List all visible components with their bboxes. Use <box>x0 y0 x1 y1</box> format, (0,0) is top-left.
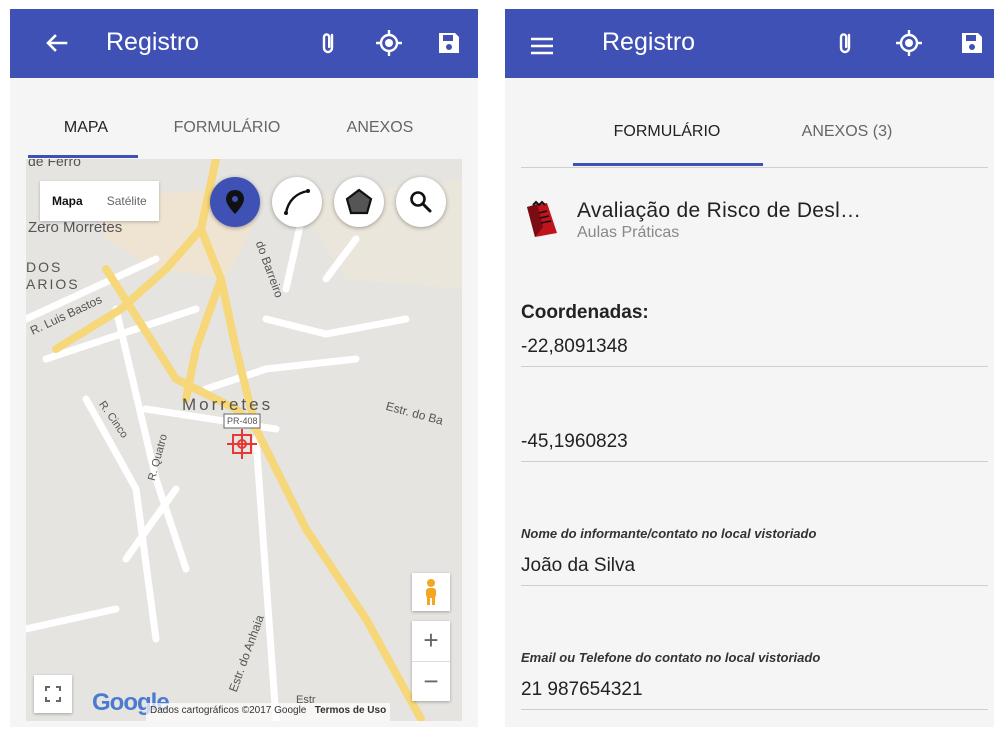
form-title: Avaliação de Risco de Desl… <box>577 199 862 222</box>
map-label: DOS <box>26 259 63 275</box>
map-label: PR-408 <box>227 416 258 426</box>
street-view-pegman-icon[interactable] <box>412 573 450 611</box>
zoom-in-button[interactable]: + <box>412 621 450 661</box>
tab-bar: MAPA FORMULÁRIO ANEXOS <box>10 78 478 158</box>
map-type-satellite-button[interactable]: Satélite <box>95 194 159 208</box>
gps-locate-icon[interactable] <box>372 26 406 60</box>
menu-hamburger-icon[interactable] <box>525 29 559 63</box>
arrow-back-icon[interactable] <box>40 26 74 60</box>
search-icon[interactable] <box>396 177 446 227</box>
latitude-input[interactable]: -22,8091348 <box>521 336 628 358</box>
contact-email-phone-input[interactable]: 21 987654321 <box>521 679 643 701</box>
contact-name-label: Nome do informante/contato no local vist… <box>521 526 817 541</box>
paperclip-icon[interactable] <box>312 26 346 60</box>
tab-anexos[interactable]: ANEXOS <box>340 119 420 137</box>
map-view[interactable]: de Ferro Zero Morretes DOS ARIOS R. Luis… <box>26 159 462 721</box>
tab-mapa[interactable]: MAPA <box>60 119 112 137</box>
tab-bar: FORMULÁRIO ANEXOS (3) <box>505 78 994 168</box>
app-title: Registro <box>602 28 696 56</box>
form-subtitle: Aulas Práticas <box>577 224 680 241</box>
app-bar: Registro <box>505 9 994 78</box>
field-underline <box>521 585 988 586</box>
tab-indicator <box>573 163 763 166</box>
coordinates-label: Coordenadas: <box>521 302 649 323</box>
map-screen: Registro MAPA FORMULÁRIO ANEXOS de Ferro… <box>10 9 478 727</box>
save-disk-icon[interactable] <box>432 26 466 60</box>
form-screen: Registro FORMULÁRIO ANEXOS (3) Avaliação… <box>505 9 994 727</box>
tab-anexos[interactable]: ANEXOS (3) <box>793 123 901 141</box>
polygon-icon[interactable] <box>334 177 384 227</box>
fullscreen-icon[interactable] <box>34 675 72 713</box>
map-label: ARIOS <box>26 276 80 292</box>
field-underline <box>521 461 988 462</box>
map-marker-icon[interactable] <box>210 177 260 227</box>
tab-indicator <box>28 155 138 158</box>
map-label: Morretes <box>182 395 274 414</box>
app-title: Registro <box>106 28 200 56</box>
tab-divider <box>521 167 988 168</box>
zoom-controls: + − <box>412 621 450 701</box>
polyline-icon[interactable] <box>272 177 322 227</box>
contact-name-input[interactable]: João da Silva <box>521 555 635 577</box>
contact-email-phone-label: Email ou Telefone do contato no local vi… <box>521 650 821 665</box>
longitude-input[interactable]: -45,1960823 <box>521 431 628 453</box>
map-label: de Ferro <box>28 159 81 169</box>
map-label: Zero Morretes <box>28 219 123 236</box>
tab-formulario[interactable]: FORMULÁRIO <box>160 119 294 137</box>
field-underline <box>521 709 988 710</box>
zoom-out-button[interactable]: − <box>412 661 450 702</box>
form-document-icon <box>523 199 561 239</box>
map-attribution: Dados cartográficos ©2017 Google Termos … <box>146 703 391 721</box>
map-type-toggle: Mapa Satélite <box>40 181 159 221</box>
map-type-map-button[interactable]: Mapa <box>40 194 95 208</box>
map-attribution-text: Dados cartográficos ©2017 Google <box>150 705 307 716</box>
terms-link[interactable]: Termos de Uso <box>315 705 387 716</box>
field-underline <box>521 366 988 367</box>
app-bar: Registro <box>10 9 478 78</box>
gps-locate-icon[interactable] <box>892 26 926 60</box>
tab-formulario[interactable]: FORMULÁRIO <box>605 123 729 141</box>
paperclip-icon[interactable] <box>829 26 863 60</box>
save-disk-icon[interactable] <box>955 26 989 60</box>
